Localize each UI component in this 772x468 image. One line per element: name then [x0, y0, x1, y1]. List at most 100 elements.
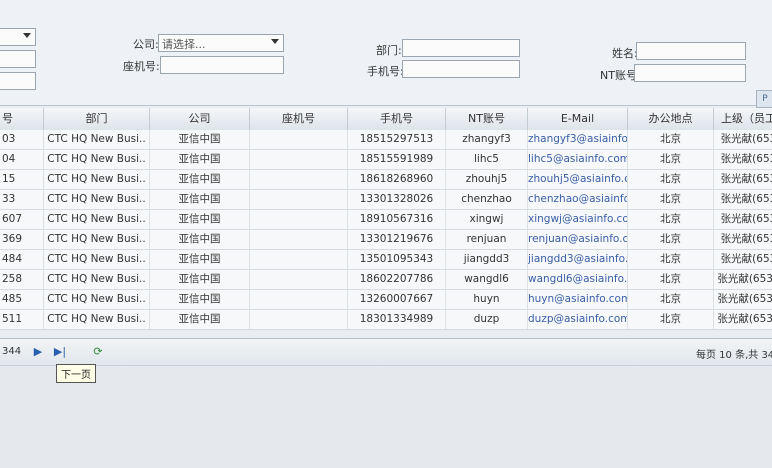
- cell-seat: [250, 190, 348, 209]
- cell-nt: duzp: [446, 310, 528, 329]
- cell-dept: CTC HQ New Busi..: [44, 170, 150, 189]
- grid-header: 号部门 公司 座机号 手机号 NT账号 E-Mail 办公地点 上级（员工: [0, 108, 772, 131]
- table-row[interactable]: 607 CTC HQ New Busi.. 亚信中国 18910567316 xingw…: [0, 210, 772, 230]
- page-count: 344: [2, 346, 22, 357]
- cell-dept: CTC HQ New Busi..: [44, 210, 150, 229]
- cell-office: 北京: [628, 130, 714, 149]
- left-input-1[interactable]: [0, 50, 36, 68]
- name-label: 姓名:: [612, 47, 638, 60]
- column-header-office-col[interactable]: 办公地点: [628, 108, 714, 130]
- cell-company: 亚信中国: [150, 130, 250, 149]
- cell-nt: wangdl6: [446, 270, 528, 289]
- left-input-2[interactable]: [0, 72, 36, 90]
- cell-boss: 张光献(653: [714, 170, 772, 189]
- cell-email[interactable]: zhangyf3@asiainfo..: [528, 130, 628, 149]
- cell-nt: huyn: [446, 290, 528, 309]
- seat-label: 座机号:: [123, 60, 160, 73]
- cell-id: 484: [0, 250, 44, 269]
- cell-seat: [250, 250, 348, 269]
- seat-input[interactable]: [160, 56, 284, 74]
- next-page-icon[interactable]: ▶: [30, 344, 46, 360]
- cell-email[interactable]: huyn@asiainfo.com: [528, 290, 628, 309]
- table-row[interactable]: 484 CTC HQ New Busi.. 亚信中国 13501095343 jiang…: [0, 250, 772, 270]
- cell-dept: CTC HQ New Busi..: [44, 250, 150, 269]
- column-header-boss-col[interactable]: 上级（员工: [714, 108, 772, 130]
- search-icon: P: [762, 94, 768, 104]
- nt-input[interactable]: [634, 64, 746, 82]
- mobile-label: 手机号:: [367, 65, 404, 78]
- cell-dept: CTC HQ New Busi..: [44, 310, 150, 329]
- column-header-mobile-col[interactable]: 手机号: [348, 108, 446, 130]
- next-page-tooltip: 下一页: [56, 364, 96, 383]
- cell-id: 485: [0, 290, 44, 309]
- cell-email[interactable]: jiangdd3@asiainfo..: [528, 250, 628, 269]
- cell-email[interactable]: wangdl6@asiainfo...: [528, 270, 628, 289]
- company-select[interactable]: 请选择...: [158, 34, 284, 52]
- cell-seat: [250, 130, 348, 149]
- cell-boss: 张光献(6532: [714, 290, 772, 309]
- last-page-icon[interactable]: ▶|: [52, 344, 68, 360]
- table-row[interactable]: 369 CTC HQ New Busi.. 亚信中国 13301219676 renju…: [0, 230, 772, 250]
- table-row[interactable]: 33 CTC HQ New Busi.. 亚信中国 13301328026 chenzh…: [0, 190, 772, 210]
- table-row[interactable]: 511 CTC HQ New Busi.. 亚信中国 18301334989 duzp d…: [0, 310, 772, 330]
- cell-dept: CTC HQ New Busi..: [44, 150, 150, 169]
- page-summary: 每页 10 条,共 3434: [696, 350, 772, 361]
- company-select-value: 请选择...: [162, 38, 206, 51]
- search-button[interactable]: P: [756, 90, 772, 108]
- column-header-id-col[interactable]: 号: [0, 108, 44, 130]
- cell-office: 北京: [628, 230, 714, 249]
- cell-company: 亚信中国: [150, 250, 250, 269]
- table-row[interactable]: 485 CTC HQ New Busi.. 亚信中国 13260007667 huyn h…: [0, 290, 772, 310]
- cell-office: 北京: [628, 170, 714, 189]
- cell-seat: [250, 270, 348, 289]
- cell-boss: 张光献(653: [714, 190, 772, 209]
- cell-office: 北京: [628, 250, 714, 269]
- column-header-seat-col[interactable]: 座机号: [250, 108, 348, 130]
- cell-boss: 张光献(6532: [714, 310, 772, 329]
- table-row[interactable]: 03 CTC HQ New Busi.. 亚信中国 18515297513 zhangy…: [0, 130, 772, 150]
- left-select[interactable]: [0, 28, 36, 46]
- cell-email[interactable]: renjuan@asiainfo.c..: [528, 230, 628, 249]
- table-row[interactable]: 258 CTC HQ New Busi.. 亚信中国 18602207786 wangd…: [0, 270, 772, 290]
- cell-dept: CTC HQ New Busi..: [44, 130, 150, 149]
- cell-nt: xingwj: [446, 210, 528, 229]
- cell-email[interactable]: zhouhj5@asiainfo.c..: [528, 170, 628, 189]
- column-header-nt-col[interactable]: NT账号: [446, 108, 528, 130]
- pager-toolbar: 344 ▶ ▶| ⟳ 每页 10 条,共 3434: [0, 338, 772, 366]
- cell-mobile: 18910567316: [348, 210, 446, 229]
- cell-id: 369: [0, 230, 44, 249]
- cell-company: 亚信中国: [150, 190, 250, 209]
- cell-email[interactable]: chenzhao@asiainfo..: [528, 190, 628, 209]
- cell-mobile: 18618268960: [348, 170, 446, 189]
- cell-email[interactable]: xingwj@asiainfo.com: [528, 210, 628, 229]
- cell-seat: [250, 150, 348, 169]
- cell-office: 北京: [628, 270, 714, 289]
- cell-dept: CTC HQ New Busi..: [44, 230, 150, 249]
- cell-seat: [250, 170, 348, 189]
- refresh-icon[interactable]: ⟳: [90, 344, 106, 360]
- cell-email[interactable]: duzp@asiainfo.com: [528, 310, 628, 329]
- cell-nt: renjuan: [446, 230, 528, 249]
- column-header-company-col[interactable]: 公司: [150, 108, 250, 130]
- cell-dept: CTC HQ New Busi..: [44, 190, 150, 209]
- cell-id: 03: [0, 130, 44, 149]
- cell-company: 亚信中国: [150, 230, 250, 249]
- cell-boss: 张光献(653: [714, 230, 772, 249]
- column-header-email-col[interactable]: E-Mail: [528, 108, 628, 130]
- dept-label: 部门:: [376, 44, 402, 57]
- table-row[interactable]: 15 CTC HQ New Busi.. 亚信中国 18618268960 zhouhj…: [0, 170, 772, 190]
- table-row[interactable]: 04 CTC HQ New Busi.. 亚信中国 18515591989 lihc5 l…: [0, 150, 772, 170]
- cell-boss: 张光献(653: [714, 210, 772, 229]
- cell-office: 北京: [628, 310, 714, 329]
- mobile-input[interactable]: [402, 60, 520, 78]
- cell-mobile: 13301219676: [348, 230, 446, 249]
- cell-email[interactable]: lihc5@asiainfo.com: [528, 150, 628, 169]
- cell-boss: 张光献(653: [714, 130, 772, 149]
- cell-boss: 张光献(653: [714, 250, 772, 269]
- dept-input[interactable]: [402, 39, 520, 57]
- name-input[interactable]: [636, 42, 746, 60]
- column-header-dept-col[interactable]: 部门: [44, 108, 150, 130]
- cell-company: 亚信中国: [150, 170, 250, 189]
- cell-id: 15: [0, 170, 44, 189]
- cell-nt: zhangyf3: [446, 130, 528, 149]
